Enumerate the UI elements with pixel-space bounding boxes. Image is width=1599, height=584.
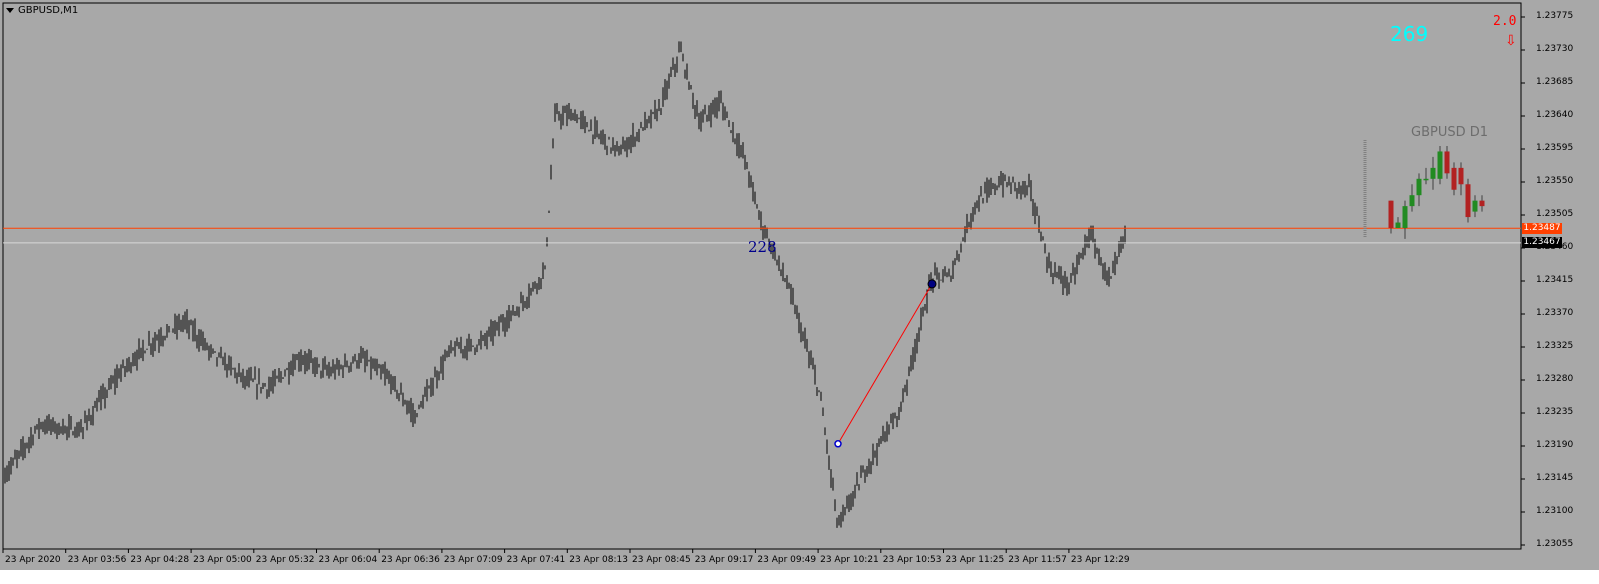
time-tick-label: 23 Apr 10:53 [882, 555, 942, 565]
price-tick-label: 1.23280 [1536, 374, 1574, 384]
time-tick-label: 23 Apr 10:21 [820, 555, 879, 565]
time-tick-label: 23 Apr 05:00 [193, 555, 252, 565]
mini-chart-title: GBPUSD D1 [1411, 125, 1489, 140]
spread-indicator: 269 [1390, 22, 1429, 46]
price-tick-label: 1.23505 [1536, 209, 1574, 219]
price-tick-label: 1.23145 [1536, 473, 1574, 483]
bid-price-tag: 1.23467 [1522, 237, 1562, 248]
symbol-label[interactable]: GBPUSD,M1 [6, 5, 78, 16]
d1-candle-bear [1388, 200, 1394, 228]
time-tick-label: 23 Apr 07:41 [506, 555, 566, 565]
status-strip [0, 570, 1599, 584]
time-tick-label: 23 Apr 06:36 [381, 555, 440, 565]
price-tick-label: 1.23595 [1536, 143, 1574, 153]
time-tick-label: 23 Apr 06:04 [318, 555, 378, 565]
trend-start-marker [834, 440, 842, 448]
trend-line [837, 283, 933, 445]
price-tick-label: 1.23325 [1536, 341, 1574, 351]
time-tick-label: 23 Apr 11:57 [1008, 555, 1067, 565]
time-tick-label: 23 Apr 11:25 [945, 555, 1005, 565]
d1-candle-bear [1444, 151, 1450, 174]
price-tick-label: 1.23055 [1536, 539, 1574, 549]
d1-candle-bull [1416, 178, 1422, 196]
d1-candle-bull [1430, 167, 1436, 179]
bars-count-label: 228 [748, 238, 777, 256]
down-arrow-icon: ⇩ [1505, 33, 1517, 49]
price-tick-label: 1.23775 [1536, 11, 1574, 21]
time-tick-label: 23 Apr 08:13 [569, 555, 628, 565]
price-tick-label: 1.23730 [1536, 44, 1574, 54]
ask-price-tag: 1.23487 [1522, 223, 1562, 234]
d1-candle-bull [1423, 178, 1429, 181]
d1-candle-bull [1402, 206, 1408, 228]
price-tick-label: 1.23550 [1536, 176, 1574, 186]
time-tick-label: 23 Apr 04:28 [130, 555, 190, 565]
time-tick-label: 23 Apr 05:32 [255, 555, 315, 565]
d1-candle-bear [1451, 167, 1457, 190]
d1-candle-bear [1479, 200, 1485, 207]
price-tick-label: 1.23235 [1536, 407, 1574, 417]
time-tick-label: 23 Apr 09:49 [757, 555, 817, 565]
price-tick-label: 1.23100 [1536, 506, 1574, 516]
price-tick-label: 1.23640 [1536, 110, 1574, 120]
symbol-text: GBPUSD,M1 [18, 5, 79, 16]
time-tick-label: 23 Apr 2020 [5, 555, 61, 565]
time-tick-label: 23 Apr 08:45 [632, 555, 691, 565]
price-tick-label: 1.23190 [1536, 440, 1574, 450]
price-tick-label: 1.23415 [1536, 275, 1574, 285]
d1-candle-bull [1395, 222, 1401, 228]
price-plot[interactable] [0, 0, 1599, 584]
price-tick-label: 1.23370 [1536, 308, 1574, 318]
time-tick-label: 23 Apr 07:09 [443, 555, 503, 565]
ratio-indicator: 2.0 [1493, 14, 1517, 29]
chart-window[interactable]: GBPUSD,M1 269 2.0 ⇩ GBPUSD D1 228 1.2377… [0, 0, 1599, 584]
time-tick-label: 23 Apr 09:17 [694, 555, 754, 565]
d1-candle-bull [1472, 200, 1478, 212]
d1-candle-bear [1458, 167, 1464, 185]
price-tick-label: 1.23685 [1536, 77, 1574, 87]
d1-candle-bear [1465, 184, 1471, 218]
d1-candle-bull [1409, 195, 1415, 207]
d1-candle-bull [1437, 151, 1443, 179]
trend-end-marker [927, 279, 937, 289]
dropdown-triangle-icon[interactable] [6, 7, 14, 13]
plot-frame [2, 2, 1522, 550]
time-tick-label: 23 Apr 03:56 [67, 555, 127, 565]
time-tick-label: 23 Apr 12:29 [1070, 555, 1130, 565]
mini-d1-chart [1388, 146, 1485, 239]
price-bars [4, 41, 1126, 528]
